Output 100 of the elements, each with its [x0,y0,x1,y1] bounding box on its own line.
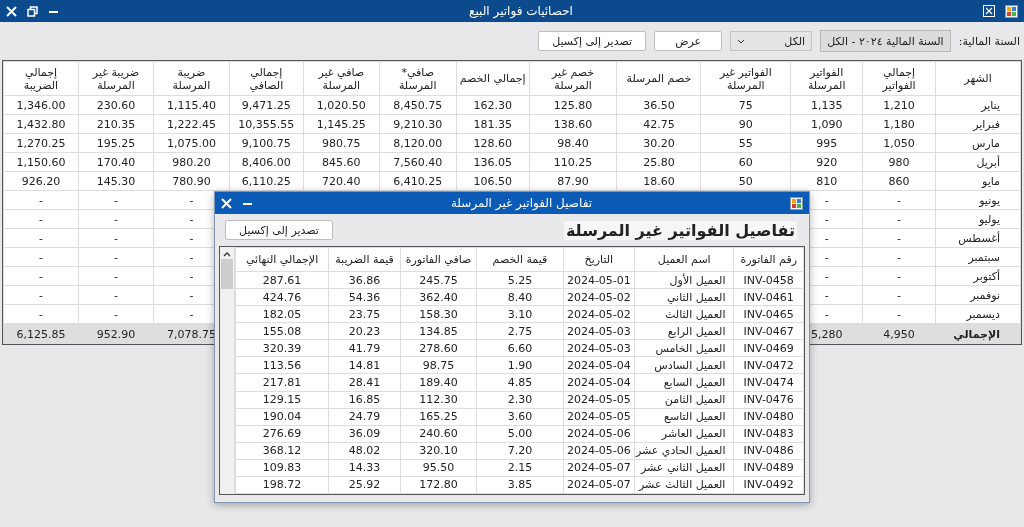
column-header[interactable]: خصم غير المرسلة [529,61,617,96]
table-cell: 2024-05-02 [563,288,635,306]
table-cell: - [862,209,936,229]
table-cell: 41.79 [328,339,401,357]
table-cell: 9,471.25 [229,95,304,115]
table-cell: 1,115.40 [153,95,230,115]
column-header[interactable]: إجمالي الفواتير [862,61,936,96]
table-cell: 98.75 [400,356,477,374]
table-cell: 7.20 [476,442,564,460]
table-cell: 145.30 [78,171,154,191]
table-cell: 278.60 [400,339,477,357]
table-cell: 1,145.25 [303,114,380,134]
table-cell: أبريل [935,152,1021,172]
table-cell: 1,135 [790,95,863,115]
table-cell: 195.25 [78,133,154,153]
export-button[interactable]: تصدير إلى إكسيل [225,220,333,240]
column-header[interactable]: ضريبة المرسلة [153,61,230,96]
restore-icon[interactable] [27,5,38,17]
column-header[interactable]: إجمالي الصافي [229,61,304,96]
total-cell: 952.90 [78,323,154,344]
table-cell: INV-0489 [733,459,804,477]
table-cell: 16.85 [328,391,401,409]
table-cell: يوليو [935,209,1021,229]
table-cell: أكتوبر [935,266,1021,286]
table-cell: - [78,266,154,286]
table-cell: نوفمبر [935,285,1021,305]
table-cell: - [78,190,154,210]
scrollbar[interactable] [220,247,235,494]
table-cell: العميل الثامن [634,391,734,409]
table-cell: 60 [700,152,791,172]
table-cell: العميل الثالث [634,305,734,323]
app-icon [1005,4,1018,18]
table-cell: 720.40 [303,171,380,191]
table-cell: - [3,247,79,267]
table-cell: العميل التاسع [634,408,734,426]
table-cell: 6.60 [476,339,564,357]
table-cell: 158.30 [400,305,477,323]
table-cell: 8.40 [476,288,564,306]
total-cell: 4,950 [862,323,936,344]
table-cell: - [3,190,79,210]
show-button[interactable]: عرض [654,31,723,51]
column-header[interactable]: اسم العميل [634,247,734,272]
table-cell: 2024-05-02 [563,305,635,323]
filter-dropdown[interactable]: الكل [730,31,813,51]
table-cell: 2024-05-05 [563,408,635,426]
table-cell: 87.90 [529,171,617,191]
export-button[interactable]: تصدير إلى إكسيل [538,31,647,51]
table-cell: 8,120.00 [379,133,457,153]
table-cell: العميل الخامس [634,339,734,357]
table-cell: INV-0486 [733,442,804,460]
column-header[interactable]: الشهر [935,61,1021,96]
table-cell: 810 [790,171,863,191]
total-cell: 6,125.85 [3,323,79,344]
table-cell: أغسطس [935,228,1021,248]
table-cell: 2024-05-05 [563,391,635,409]
table-cell: 172.80 [400,476,477,494]
table-cell: - [3,209,79,229]
table-cell: 55 [700,133,791,153]
column-header[interactable]: الفواتير المرسلة [790,61,863,96]
column-header[interactable]: الفواتير غير المرسلة [700,61,791,96]
column-header[interactable]: صافي غير المرسلة [303,61,380,96]
table-cell: 1,270.25 [3,133,79,153]
close-icon[interactable] [6,5,17,17]
table-cell: 2.15 [476,459,564,477]
chevron-down-icon [737,38,746,44]
table-cell: 3.10 [476,305,564,323]
column-header[interactable]: قيمة الضريبة [328,247,401,272]
table-cell: 1.90 [476,356,564,374]
column-header[interactable]: التاريخ [563,247,635,272]
column-header[interactable]: رقم الفاتورة [733,247,804,272]
column-header[interactable]: قيمة الخصم [476,247,564,272]
table-cell: مارس [935,133,1021,153]
table-cell: العميل الثالث عشر [634,476,734,494]
table-cell: 110.25 [529,152,617,172]
table-cell: INV-0472 [733,356,804,374]
column-header[interactable]: إجمالي الضريبة [3,61,79,96]
table-cell: 980.75 [303,133,380,153]
table-cell: - [78,228,154,248]
table-cell: 138.60 [529,114,617,134]
table-cell: مايو [935,171,1021,191]
table-cell: 106.50 [456,171,530,191]
column-header[interactable]: صافي* المرسلة [379,61,457,96]
table-cell: 125.80 [529,95,617,115]
table-cell: INV-0492 [733,476,804,494]
scroll-up-icon[interactable] [222,251,231,257]
table-cell: 9,210.30 [379,114,457,134]
table-cell: 25.92 [328,476,401,494]
column-header[interactable]: إجمالي الخصم [456,61,530,96]
column-header[interactable]: صافي الفاتورة [400,247,477,272]
table-cell: 2024-05-07 [563,476,635,494]
column-header[interactable]: خصم المرسلة [616,61,701,96]
column-header[interactable]: ضريبة غير المرسلة [78,61,154,96]
table-cell: 1,020.50 [303,95,380,115]
scrollbar-thumb[interactable] [220,259,233,289]
fiscal-year-label: السنة المالية: [958,34,1020,48]
table-cell: 75 [700,95,791,115]
fiscal-year-field[interactable]: السنة المالية ٢٠٢٤ - الكل [820,30,951,52]
table-cell: 28.41 [328,373,401,392]
close-icon[interactable] [221,197,232,209]
table-cell: 48.02 [328,442,401,460]
